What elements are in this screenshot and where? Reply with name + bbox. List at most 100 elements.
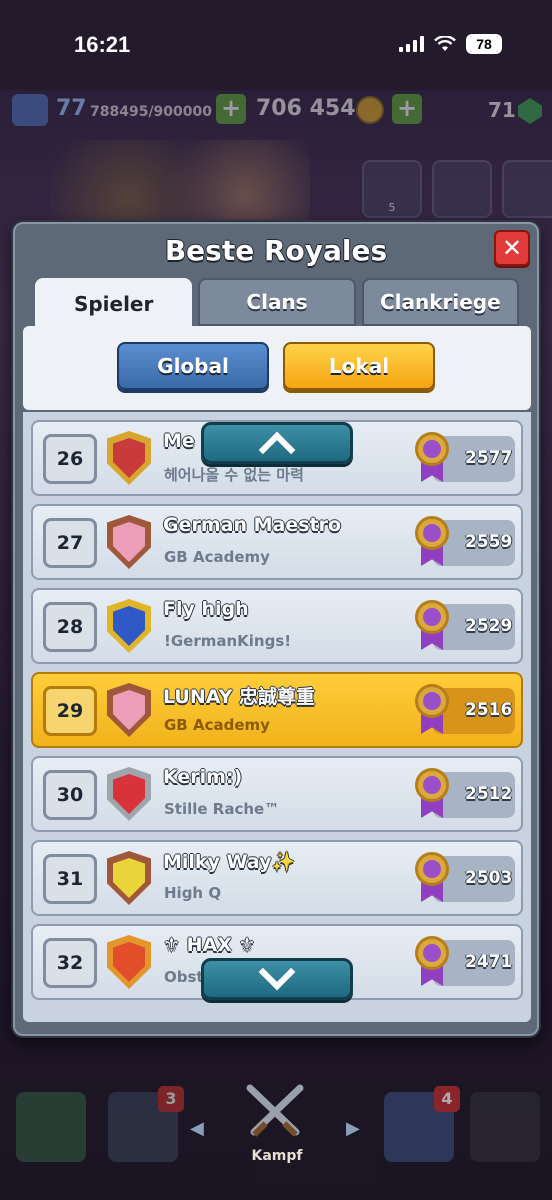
player-clan: GB Academy <box>164 716 270 734</box>
crossed-swords-icon <box>246 1084 304 1137</box>
player-name: German Maestro <box>163 514 342 536</box>
news-button[interactable] <box>432 160 492 218</box>
add-gems-button[interactable]: + <box>392 94 422 124</box>
clan-shield-icon <box>107 431 151 485</box>
clan-shield-icon <box>107 515 151 569</box>
game-topbar: 77 788495/900000 + 706 454 + 71 <box>0 94 552 130</box>
trophy-count: 2577 <box>465 448 513 468</box>
leaderboard-list[interactable]: 26 Me 헤어나올 수 없는 마력 2577 27 German Maestro GB A… <box>23 412 531 1022</box>
player-name: Milky Way✨ <box>163 851 296 873</box>
friends-button[interactable]: 5 <box>362 160 422 218</box>
clan-shield-icon <box>107 767 151 821</box>
tab-clans[interactable]: Clans <box>198 278 356 326</box>
leaderboard-row[interactable]: 31 Milky Way✨ High Q 2503 <box>31 840 523 916</box>
clan-emblem-icon <box>113 522 145 562</box>
rank-badge: 31 <box>43 854 97 904</box>
player-name: ⚜ HAX ⚜ <box>163 934 256 956</box>
player-clan: !GermanKings! <box>164 632 292 650</box>
trophy-count: 2471 <box>465 952 513 972</box>
clan-emblem-icon <box>113 690 145 730</box>
player-clan: Stille Rache™ <box>164 800 280 818</box>
gold-coin-icon <box>356 96 384 124</box>
modal-title: Beste Royales <box>164 234 388 267</box>
crown-medal-icon <box>415 684 449 738</box>
crown-medal-icon <box>415 432 449 486</box>
wifi-icon <box>434 36 456 51</box>
leaderboard-tabs: Spieler Clans Clankriege <box>35 278 519 330</box>
menu-button[interactable] <box>502 160 552 218</box>
leaderboard-row[interactable]: 28 Fly high !GermanKings! 2529 <box>31 588 523 664</box>
chevron-up-icon <box>258 431 296 469</box>
clan-emblem-icon <box>113 942 145 982</box>
nav-left-arrow-icon[interactable]: ◀ <box>190 1118 204 1139</box>
player-clan: Obst <box>164 968 204 986</box>
player-clan: 헤어나올 수 없는 마력 <box>164 466 304 484</box>
clan-shield-icon <box>107 935 151 989</box>
clan-badge: 4 <box>434 1086 460 1112</box>
crown-medal-icon <box>415 516 449 570</box>
status-time: 16:21 <box>74 32 131 57</box>
crown-medal-icon <box>415 600 449 654</box>
friends-count: 5 <box>388 201 396 214</box>
clan-shield-icon <box>107 851 151 905</box>
clan-emblem-icon <box>113 858 145 898</box>
clan-emblem-icon <box>113 438 145 478</box>
nav-cards-icon[interactable]: 3 <box>108 1086 184 1162</box>
tab-clankriege[interactable]: Clankriege <box>361 278 519 326</box>
rank-badge: 30 <box>43 770 97 820</box>
scroll-up-button[interactable] <box>201 422 353 469</box>
chevron-down-icon <box>258 953 296 991</box>
clan-emblem-icon <box>113 606 145 646</box>
rank-badge: 29 <box>43 686 97 736</box>
leaderboard-modal: Beste Royales ✕ Spieler Clans Clankriege… <box>11 220 541 1038</box>
bottom-nav: 3 4 <box>0 1080 552 1200</box>
crown-medal-icon <box>415 768 449 822</box>
leaderboard-row[interactable]: 27 German Maestro GB Academy 2559 <box>31 504 523 580</box>
trophy-count: 2516 <box>465 700 513 720</box>
nav-clan-icon[interactable]: 4 <box>384 1086 460 1162</box>
leaderboard-row[interactable]: 30 Kerim:) Stille Rache™ 2512 <box>31 756 523 832</box>
player-name: Fly high <box>163 598 249 620</box>
crown-medal-icon <box>415 852 449 906</box>
nav-battle-label: Kampf <box>251 1148 303 1164</box>
gold-amount: 706 454 <box>256 96 356 121</box>
status-icons: 78 <box>399 34 502 54</box>
trophy-count: 2512 <box>465 784 513 804</box>
leaderboard-row[interactable]: 29 LUNAY 忠誠尊重 GB Academy 2516 <box>31 672 523 748</box>
status-bar: 16:21 78 <box>0 0 552 90</box>
player-name: Me <box>163 430 195 452</box>
tab-spieler[interactable]: Spieler <box>35 278 193 330</box>
background-menu-buttons: 5 <box>362 160 552 218</box>
cards-badge: 3 <box>158 1086 184 1112</box>
rank-badge: 27 <box>43 518 97 568</box>
rank-badge: 32 <box>43 938 97 988</box>
add-gold-button[interactable]: + <box>216 94 246 124</box>
clan-shield-icon <box>107 599 151 653</box>
nav-events-icon[interactable] <box>470 1092 540 1162</box>
close-button[interactable]: ✕ <box>494 230 530 266</box>
trophy-count: 2529 <box>465 616 513 636</box>
player-level: 77 <box>56 96 87 121</box>
player-name: LUNAY 忠誠尊重 <box>163 686 316 708</box>
trophy-count: 2559 <box>465 532 513 552</box>
cellular-signal-icon <box>399 36 424 52</box>
filter-panel: Global Lokal <box>23 326 531 410</box>
nav-battle-icon[interactable] <box>240 1080 310 1150</box>
player-name: Kerim:) <box>163 766 243 788</box>
scroll-down-button[interactable] <box>201 953 353 1000</box>
clan-shield-icon <box>107 683 151 737</box>
gem-icon <box>518 98 542 124</box>
crown-medal-icon <box>415 936 449 990</box>
trophy-count: 2503 <box>465 868 513 888</box>
nav-right-arrow-icon[interactable]: ▶ <box>346 1118 360 1139</box>
nav-shop-icon[interactable] <box>16 1092 86 1162</box>
rank-badge: 28 <box>43 602 97 652</box>
xp-progress-text: 788495/900000 <box>90 104 213 120</box>
lokal-filter-button[interactable]: Lokal <box>283 342 435 390</box>
global-filter-button[interactable]: Global <box>117 342 269 390</box>
level-crown-icon <box>12 94 48 126</box>
clan-emblem-icon <box>113 774 145 814</box>
player-clan: GB Academy <box>164 548 270 566</box>
close-icon: ✕ <box>501 234 523 262</box>
battery-indicator: 78 <box>466 34 502 54</box>
